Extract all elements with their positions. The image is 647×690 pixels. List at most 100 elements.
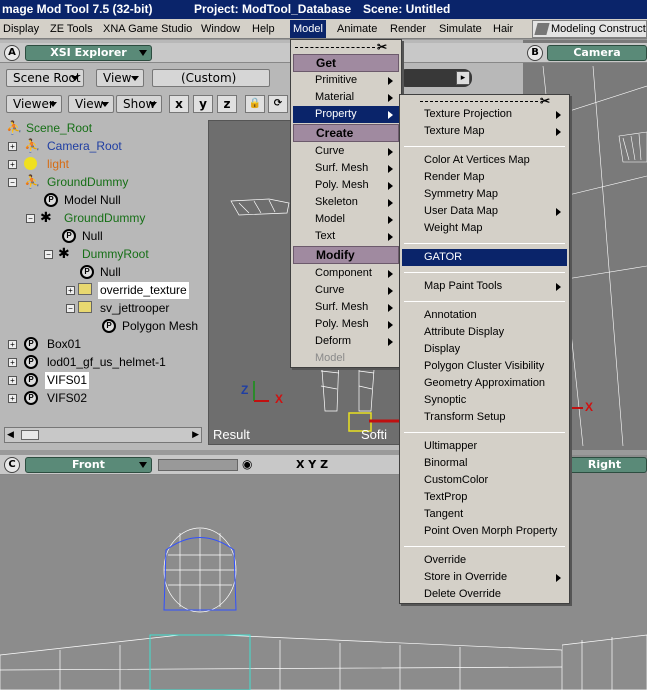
collapse-icon[interactable]: − [66, 304, 75, 313]
menu-item-override[interactable]: Override [402, 552, 567, 569]
menu-item-store-in-override[interactable]: Store in Override [402, 569, 567, 586]
menu-display[interactable]: Display [0, 19, 42, 39]
expand-icon[interactable]: + [8, 376, 17, 385]
menu-model[interactable]: Model [290, 20, 326, 38]
scroll-right-icon[interactable]: ▶ [192, 430, 199, 440]
right-view-title[interactable]: Right [562, 457, 647, 473]
menu-item-symmetry-map[interactable]: Symmetry Map [402, 186, 567, 203]
menu-item-create-skeleton[interactable]: Skeleton [293, 194, 399, 211]
expand-icon[interactable]: + [66, 286, 75, 295]
null-icon: P [62, 229, 76, 243]
menu-item-gator[interactable]: GATOR [402, 249, 567, 266]
menu-item-map-paint-tools[interactable]: Map Paint Tools [402, 278, 567, 295]
viewer-button[interactable]: Viewer [6, 95, 62, 113]
panel-letter-c[interactable]: C [4, 457, 20, 473]
menu-item-material[interactable]: Material [293, 89, 399, 106]
submenu-tear-line[interactable] [420, 101, 538, 102]
search-go-icon[interactable]: ▸ [456, 71, 470, 85]
menu-item-modify-surf-mesh[interactable]: Surf. Mesh [293, 299, 399, 316]
menu-item-display[interactable]: Display [402, 341, 567, 358]
front-axes[interactable]: X Y Z [296, 458, 328, 471]
collapse-icon[interactable]: − [26, 214, 35, 223]
menu-separator [404, 272, 565, 273]
menu-tear-line[interactable] [295, 47, 375, 48]
menu-item-transform-setup[interactable]: Transform Setup [402, 409, 567, 426]
view-button[interactable]: View [96, 69, 144, 87]
menu-item-create-surf-mesh[interactable]: Surf. Mesh [293, 160, 399, 177]
expand-icon[interactable]: + [8, 142, 17, 151]
right-panel[interactable]: Right [562, 455, 647, 690]
menu-window[interactable]: Window [198, 19, 243, 39]
menu-item-tangent[interactable]: Tangent [402, 506, 567, 523]
view2-button[interactable]: View [68, 95, 114, 113]
viewport-result-label: Result [213, 427, 250, 442]
menu-item-annotation[interactable]: Annotation [402, 307, 567, 324]
expand-icon[interactable]: + [8, 394, 17, 403]
camera-eye-icon[interactable]: ◉ [242, 457, 252, 471]
menu-separator [404, 146, 565, 147]
axis-y-button[interactable]: y [193, 95, 213, 113]
viewport-axis-z: Z [241, 383, 249, 397]
menu-ze-tools[interactable]: ZE Tools [47, 19, 96, 39]
front-view-dropdown[interactable]: Front [25, 457, 152, 473]
panel-letter-a[interactable]: A [4, 45, 20, 61]
show-button[interactable]: Show [116, 95, 162, 113]
null-icon: P [80, 265, 94, 279]
expand-icon[interactable]: + [8, 358, 17, 367]
scrollbar-thumb[interactable] [21, 430, 39, 440]
camera-title[interactable]: Camera [547, 45, 647, 61]
menu-item-polygon-cluster-visibility[interactable]: Polygon Cluster Visibility [402, 358, 567, 375]
refresh-icon[interactable]: ⟳ [268, 95, 288, 113]
collapse-icon[interactable]: − [8, 178, 17, 187]
menu-hair[interactable]: Hair [490, 19, 516, 39]
lock-icon[interactable]: 🔒 [245, 95, 265, 113]
panel-letter-b[interactable]: B [527, 45, 543, 61]
scope-button[interactable]: Scene Root [6, 69, 84, 87]
menu-item-create-model[interactable]: Model [293, 211, 399, 228]
front-toolbar-slots[interactable] [158, 459, 238, 471]
menu-item-texture-projection[interactable]: Texture Projection [402, 106, 567, 123]
menu-item-modify-deform[interactable]: Deform [293, 333, 399, 350]
menu-item-synoptic[interactable]: Synoptic [402, 392, 567, 409]
menu-item-customcolor[interactable]: CustomColor [402, 472, 567, 489]
submenu-arrow-icon [388, 270, 393, 278]
layout-selector-button[interactable]: Modeling Construct [532, 20, 647, 38]
menu-item-texture-map[interactable]: Texture Map [402, 123, 567, 140]
scroll-left-icon[interactable]: ◀ [7, 430, 14, 440]
menu-item-ultimapper[interactable]: Ultimapper [402, 438, 567, 455]
menu-item-primitive[interactable]: Primitive [293, 72, 399, 89]
menu-item-attribute-display[interactable]: Attribute Display [402, 324, 567, 341]
menu-item-render-map[interactable]: Render Map [402, 169, 567, 186]
menu-item-weight-map[interactable]: Weight Map [402, 220, 567, 237]
submenu-arrow-icon [388, 148, 393, 156]
menu-item-binormal[interactable]: Binormal [402, 455, 567, 472]
menu-separator [404, 546, 565, 547]
expand-icon[interactable]: + [8, 160, 17, 169]
expand-icon[interactable]: + [8, 340, 17, 349]
explorer-title-dropdown[interactable]: XSI Explorer [25, 45, 152, 61]
collapse-icon[interactable]: − [44, 250, 53, 259]
menu-item-user-data-map[interactable]: User Data Map [402, 203, 567, 220]
axis-z-button[interactable]: z [217, 95, 237, 113]
menu-item-modify-poly-mesh[interactable]: Poly. Mesh [293, 316, 399, 333]
menu-item-create-poly-mesh[interactable]: Poly. Mesh [293, 177, 399, 194]
menu-item-property[interactable]: Property [293, 106, 399, 123]
menu-help[interactable]: Help [249, 19, 278, 39]
menu-item-geometry-approximation[interactable]: Geometry Approximation [402, 375, 567, 392]
menu-animate[interactable]: Animate [334, 19, 380, 39]
menu-item-point-oven-morph-property[interactable]: Point Oven Morph Property [402, 523, 567, 540]
menu-simulate[interactable]: Simulate [436, 19, 485, 39]
axis-x-button[interactable]: x [169, 95, 189, 113]
menu-item-color-at-vertices-map[interactable]: Color At Vertices Map [402, 152, 567, 169]
menu-item-textprop[interactable]: TextProp [402, 489, 567, 506]
filter-button[interactable]: (Custom) [152, 69, 270, 87]
menu-item-create-text[interactable]: Text [293, 228, 399, 245]
menu-xna-game-studio[interactable]: XNA Game Studio [100, 19, 195, 39]
menu-item-create-curve[interactable]: Curve [293, 143, 399, 160]
menu-item-modify-curve[interactable]: Curve [293, 282, 399, 299]
scissors-icon[interactable]: ✂ [377, 40, 387, 54]
tree-horizontal-scrollbar[interactable]: ◀ ▶ [4, 427, 202, 443]
menu-item-modify-component[interactable]: Component [293, 265, 399, 282]
menu-render[interactable]: Render [387, 19, 429, 39]
menu-item-delete-override[interactable]: Delete Override [402, 586, 567, 603]
